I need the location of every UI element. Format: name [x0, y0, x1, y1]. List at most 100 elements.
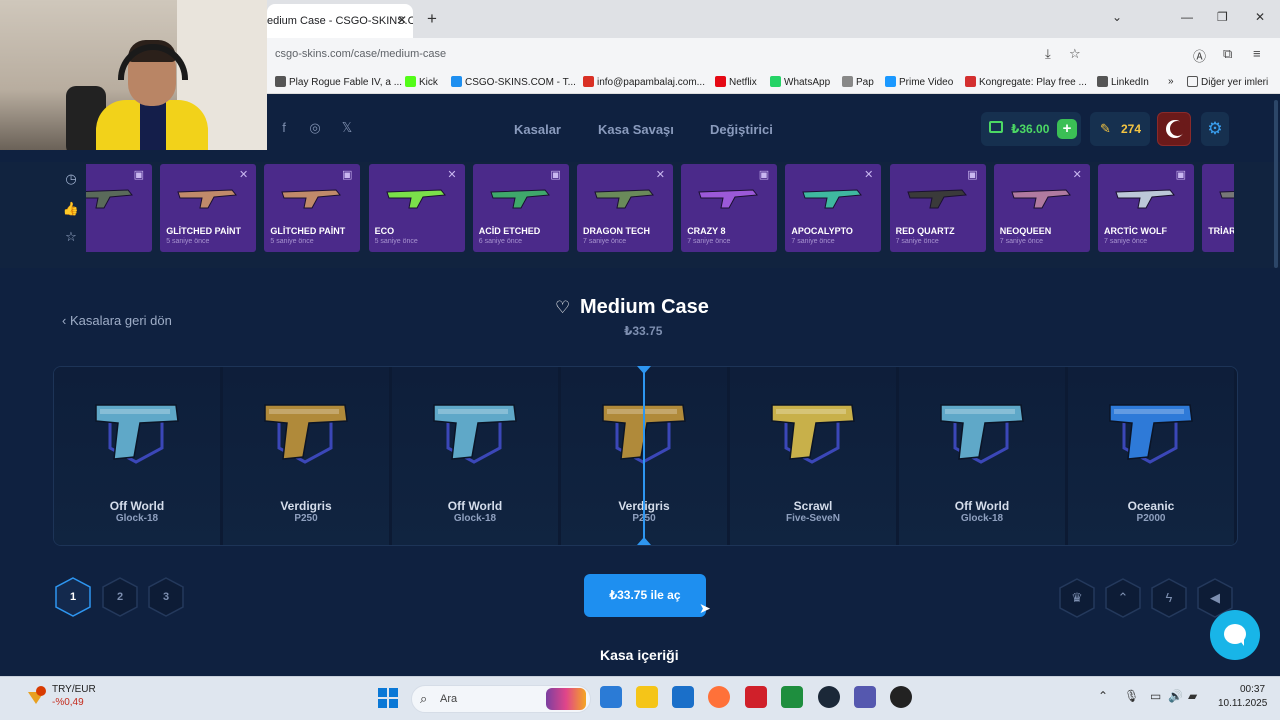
drop-skin-name: GLİTCHED PAİNT	[270, 226, 346, 236]
browser-tab[interactable]: edium Case - CSGO-SKINS.CC ✕	[267, 4, 413, 38]
bookmark-item[interactable]: info@papambalaj.com...	[583, 76, 705, 88]
spinner-item: Scrawl Five-SeveN	[730, 367, 896, 545]
lightning-icon: ϟ	[1165, 590, 1173, 605]
add-funds-button[interactable]: +	[1057, 119, 1077, 139]
firefox-icon[interactable]	[708, 686, 730, 708]
drop-skin-name: ARCTİC WOLF	[1104, 226, 1167, 236]
x-twitter-icon[interactable]: 𝕏	[338, 120, 356, 138]
back-to-cases-link[interactable]: ‹ Kasalara geri dön	[62, 313, 172, 328]
star-icon[interactable]: ☆	[62, 229, 80, 245]
bookmark-item[interactable]: Pap	[842, 76, 874, 88]
drop-skin-name: TRİAR	[1208, 226, 1234, 236]
bookmark-item[interactable]: LinkedIn	[1097, 76, 1149, 88]
bookmark-item[interactable]: Kick	[405, 76, 438, 88]
network-icon[interactable]: ▭	[1150, 689, 1161, 703]
bookmark-favicon-icon	[275, 76, 286, 87]
outlook-icon[interactable]	[600, 686, 622, 708]
weapon-image	[1115, 189, 1175, 209]
spinner-marker	[643, 368, 645, 544]
avatar[interactable]	[1157, 112, 1191, 146]
bookmark-item[interactable]: Prime Video	[885, 76, 953, 88]
minimize-icon[interactable]: —	[1181, 10, 1193, 24]
fast-open-button[interactable]: ϟ	[1149, 577, 1189, 619]
url-field[interactable]: csgo-skins.com/case/medium-case	[275, 48, 446, 60]
marker-bottom-arrow-icon	[637, 537, 651, 545]
new-tab-button[interactable]: +	[427, 9, 437, 29]
live-drop-item[interactable]: ✕ ECO 5 saniye önce	[368, 164, 465, 252]
profile-icon[interactable]: Ⓐ	[1193, 46, 1206, 65]
bookmark-item[interactable]: CSGO-SKINS.COM - T...	[451, 76, 576, 88]
volume-icon[interactable]: 🔊	[1168, 689, 1183, 703]
tab-close-icon[interactable]: ✕	[397, 13, 407, 27]
bookmark-favicon-icon	[770, 76, 781, 87]
teams-icon[interactable]	[854, 686, 876, 708]
download-icon[interactable]: ⤓	[1045, 46, 1051, 62]
app-red-icon[interactable]	[745, 686, 767, 708]
live-drop-item[interactable]: ▣ GLİTCHED PAİNT 5 saniye önce	[264, 164, 361, 252]
live-drop-item[interactable]: ✕ APOCALYPTO 7 saniye önce	[785, 164, 882, 252]
settings-gear-icon[interactable]: ⚙	[1201, 112, 1229, 146]
taskbar-search[interactable]: ⌕ Ara	[411, 685, 591, 713]
page-3-button[interactable]: 3	[147, 577, 185, 617]
drop-type-icon: ▣	[550, 169, 561, 181]
skin-name: Verdigris	[280, 499, 332, 513]
xbox-icon[interactable]	[781, 686, 803, 708]
stock-ticker-icon[interactable]	[26, 686, 46, 706]
maximize-icon[interactable]: ❐	[1217, 10, 1228, 24]
tab-list-chevron-icon[interactable]: ⌄	[1112, 10, 1122, 24]
facebook-icon[interactable]: f	[275, 120, 293, 138]
drop-type-icon: ▣	[133, 169, 144, 181]
close-window-icon[interactable]: ✕	[1255, 10, 1265, 24]
weapon-image	[281, 189, 342, 209]
live-drop-item[interactable]: ▣ ACİD ETCHED 6 saniye önce	[472, 164, 569, 252]
live-drop-item[interactable]: ✕ GLİTCHED PAİNT 5 saniye önce	[160, 164, 257, 252]
instagram-icon[interactable]: ◎	[306, 120, 324, 138]
weapon-name: Glock-18	[115, 513, 159, 524]
app-dark-icon[interactable]	[890, 686, 912, 708]
coin-balance[interactable]: ✎ 274	[1090, 112, 1150, 146]
extensions-icon[interactable]: ⧉	[1223, 46, 1232, 62]
other-bookmarks[interactable]: Diğer yer imleri	[1187, 76, 1268, 88]
bookmark-star-icon[interactable]: ☆	[1069, 46, 1081, 62]
favorite-heart-icon[interactable]: ♡	[555, 298, 570, 318]
chat-support-button[interactable]	[1210, 610, 1260, 660]
page-2-button[interactable]: 2	[101, 577, 139, 617]
nav-upgrader[interactable]: Değiştirici	[710, 122, 773, 137]
bookmark-item[interactable]: WhatsApp	[770, 76, 830, 88]
page-scrollbar[interactable]	[1274, 100, 1278, 268]
bookmark-item[interactable]: Netflix	[715, 76, 757, 88]
live-drop-item[interactable]: ▣ ARCTİC WOLF 7 saniye önce	[1098, 164, 1194, 252]
live-drop-item[interactable]: ✕TRİAR	[1202, 164, 1234, 252]
mouse-cursor: ➤	[699, 600, 711, 616]
taskbar-time: 00:37	[1240, 684, 1266, 695]
live-drop-item[interactable]: ✕ DRAGON TECH 7 saniye önce	[577, 164, 673, 252]
file-explorer-icon[interactable]	[636, 686, 658, 708]
steam-icon[interactable]	[818, 686, 840, 708]
open-case-button[interactable]: ₺33.75 ile aç	[584, 574, 706, 617]
live-drop-item[interactable]: ▣ RED QUARTZ 7 saniye önce	[889, 164, 986, 252]
live-drop-item[interactable]: ✕ NEOQUEEN 7 saniye önce	[993, 164, 1090, 252]
live-drop-item[interactable]: ▣ CRAZY 8 7 saniye önce	[681, 164, 778, 252]
tray-chevron-icon[interactable]: ⌃	[1098, 689, 1108, 703]
start-button-icon[interactable]	[378, 688, 398, 708]
crown-mode-button[interactable]: ♛	[1057, 577, 1097, 619]
nav-cases[interactable]: Kasalar	[514, 122, 561, 137]
chevron-left-icon: ‹	[62, 313, 70, 328]
microphone-icon[interactable]: 🎙	[1124, 689, 1139, 703]
rank-mode-button[interactable]: ⌃	[1103, 577, 1143, 619]
battery-icon[interactable]: ▰	[1188, 689, 1197, 703]
bookmark-favicon-icon	[885, 76, 896, 87]
bookmark-item[interactable]: Kongregate: Play free ...	[965, 76, 1087, 88]
page-1-button[interactable]: 1	[54, 577, 92, 617]
address-bar: csgo-skins.com/case/medium-case ⤓ ☆ Ⓐ ⧉ …	[267, 38, 1280, 70]
store-icon[interactable]	[672, 686, 694, 708]
bookmarks-more-icon[interactable]: »	[1168, 76, 1174, 87]
clock-icon[interactable]: ◷	[62, 171, 80, 187]
wallet-balance[interactable]: ₺36.00 +	[981, 112, 1081, 146]
bookmark-item[interactable]: Play Rogue Fable IV, a ...	[275, 76, 402, 88]
live-drop-item[interactable]: ▣OS	[86, 164, 152, 252]
menu-icon[interactable]: ≡	[1253, 46, 1261, 61]
thumbs-up-icon[interactable]: 👍	[62, 201, 80, 217]
drop-type-icon: ✕	[447, 169, 457, 181]
nav-case-battle[interactable]: Kasa Savaşı	[598, 122, 674, 137]
